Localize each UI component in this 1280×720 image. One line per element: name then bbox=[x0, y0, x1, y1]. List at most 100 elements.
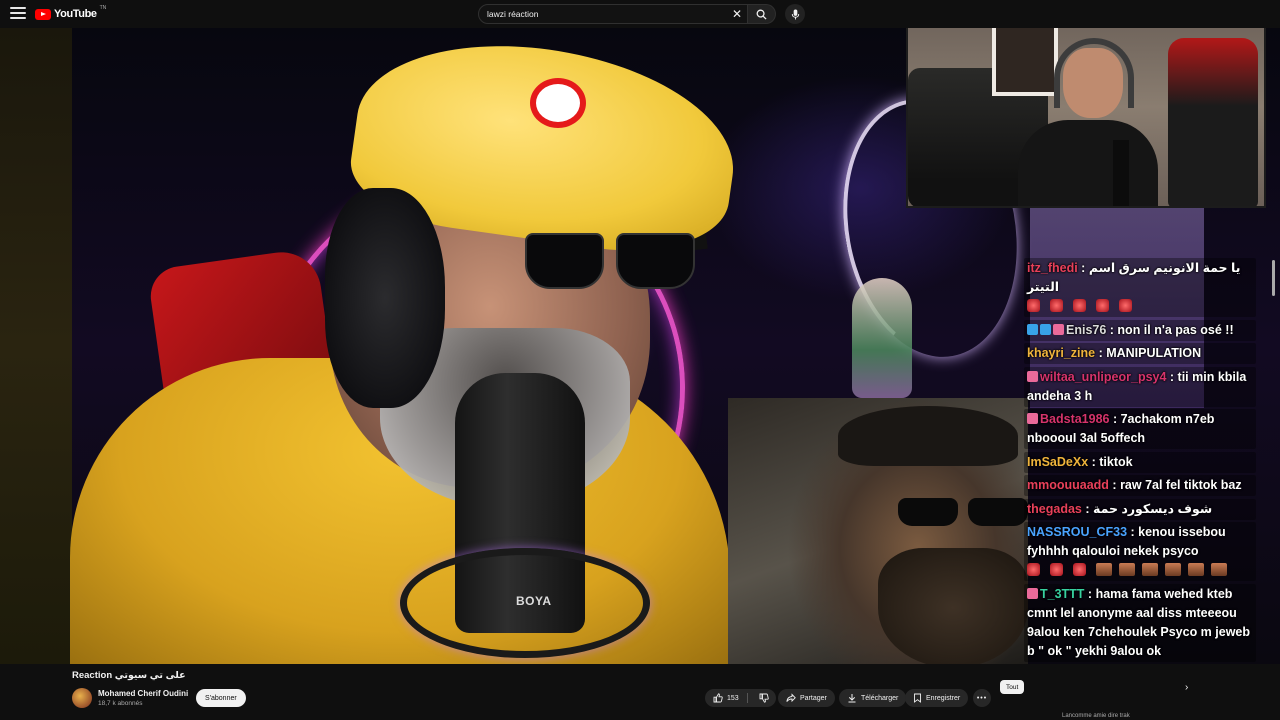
chat-separator: : bbox=[1106, 322, 1118, 337]
chat-separator: : bbox=[1109, 412, 1121, 426]
chat-username[interactable]: thegadas bbox=[1027, 502, 1082, 516]
like-dislike-group: 153 bbox=[705, 689, 776, 707]
chat-message: itz_fhedi : يا حمة الانونيم سرق اسم التي… bbox=[1024, 258, 1256, 317]
chat-message: ImSaDeXx : tiktok bbox=[1024, 451, 1256, 473]
youtube-logo[interactable]: YouTube TN bbox=[35, 5, 107, 22]
top-bar: YouTube TN ✕ bbox=[0, 0, 1280, 28]
mic-icon bbox=[791, 8, 799, 20]
chat-badge-icon bbox=[1040, 323, 1051, 335]
search-icon bbox=[756, 9, 767, 20]
thumbs-down-icon bbox=[759, 693, 769, 703]
chat-separator: : bbox=[1166, 369, 1178, 384]
clear-icon[interactable]: ✕ bbox=[727, 4, 747, 24]
logo-region: TN bbox=[99, 5, 107, 11]
emote-icon bbox=[1050, 563, 1063, 576]
emote-icon bbox=[1165, 563, 1181, 576]
video-player[interactable]: BOYA itz_fhedi : يا حمة الانونيم سرق اسم… bbox=[0, 28, 1280, 664]
chat-message: T_3TTT : hama fama wehed kteb cmnt lel a… bbox=[1024, 583, 1256, 662]
chat-username[interactable]: mmoouuaadd bbox=[1027, 478, 1109, 492]
subscribe-button[interactable]: S'abonner bbox=[196, 689, 246, 707]
share-icon bbox=[786, 693, 796, 703]
chat-separator: : bbox=[1095, 346, 1107, 360]
emote-icon bbox=[1096, 563, 1112, 576]
mic-brand: BOYA bbox=[516, 594, 552, 608]
emote-icon bbox=[1188, 563, 1204, 576]
chat-separator: : bbox=[1088, 454, 1100, 469]
artwork-overlay bbox=[728, 398, 1028, 664]
emote-icon bbox=[1119, 563, 1135, 576]
scrollbar[interactable] bbox=[1272, 260, 1275, 296]
chat-separator: : bbox=[1081, 501, 1093, 516]
video-title: Reaction على تي سيوتي bbox=[72, 670, 186, 681]
chat-text: MANIPULATION bbox=[1106, 346, 1202, 360]
chat-text: raw 7al fel tiktok baz bbox=[1120, 478, 1242, 492]
chevron-right-icon[interactable]: › bbox=[1185, 682, 1188, 693]
chat-username[interactable]: khayri_zine bbox=[1027, 346, 1095, 360]
emote-icon bbox=[1027, 563, 1040, 576]
chat-badge-icon bbox=[1027, 370, 1038, 382]
like-count: 153 bbox=[727, 694, 739, 702]
chat-emotes bbox=[1027, 297, 1253, 316]
download-button[interactable]: Télécharger bbox=[839, 689, 907, 707]
chat-badge-icon bbox=[1027, 323, 1038, 335]
emote-icon bbox=[1073, 299, 1086, 312]
webcam-chair bbox=[1168, 38, 1258, 206]
chat-username[interactable]: wiltaa_unlipeor_psy4 bbox=[1040, 370, 1166, 384]
related-video-snippet: Lancomme amie dire trak bbox=[1062, 713, 1130, 719]
voice-search-button[interactable] bbox=[785, 4, 805, 24]
download-icon bbox=[848, 694, 856, 703]
chat-username[interactable]: Enis76 bbox=[1066, 323, 1106, 337]
chat-message: Enis76 : non il n'a pas osé !! bbox=[1024, 319, 1256, 341]
cap-logo bbox=[530, 78, 586, 128]
emote-icon bbox=[1119, 299, 1132, 312]
search-button[interactable] bbox=[748, 4, 776, 24]
chat-message: khayri_zine : MANIPULATION bbox=[1024, 343, 1256, 364]
search-input[interactable] bbox=[479, 5, 727, 23]
dislike-button[interactable] bbox=[752, 693, 776, 703]
chat-message: wiltaa_unlipeor_psy4 : tii min kbila and… bbox=[1024, 366, 1256, 407]
avatar[interactable] bbox=[72, 688, 92, 708]
like-button[interactable]: 153 bbox=[713, 693, 748, 703]
figurine bbox=[852, 278, 912, 398]
chat-message: Badsta1986 : 7achakom n7eb nbooouI 3al 5… bbox=[1024, 409, 1256, 449]
chat-text: tiktok bbox=[1099, 454, 1133, 469]
share-label: Partager bbox=[800, 694, 827, 702]
chat-username[interactable]: itz_fhedi bbox=[1027, 261, 1078, 275]
chat-message: thegadas : شوف ديسكورد حمة bbox=[1024, 498, 1256, 520]
webcam-person bbox=[1008, 30, 1158, 206]
stream-chat: itz_fhedi : يا حمة الانونيم سرق اسم التي… bbox=[1024, 258, 1256, 664]
bookmark-icon bbox=[914, 693, 921, 703]
chat-username[interactable]: ImSaDeXx bbox=[1027, 455, 1088, 469]
chat-text: شوف ديسكورد حمة bbox=[1093, 501, 1213, 516]
emote-icon bbox=[1096, 299, 1109, 312]
emote-icon bbox=[1027, 299, 1040, 312]
chat-message: mmoouuaadd : raw 7al fel tiktok baz bbox=[1024, 475, 1256, 496]
chat-separator: : bbox=[1077, 261, 1089, 275]
youtube-play-icon bbox=[35, 8, 51, 20]
chat-emotes bbox=[1027, 561, 1253, 580]
chat-badge-icon bbox=[1053, 323, 1064, 335]
video-left-strip bbox=[0, 28, 72, 664]
thumbs-up-icon bbox=[713, 693, 723, 703]
share-button[interactable]: Partager bbox=[778, 689, 835, 707]
webcam-overlay bbox=[906, 28, 1266, 208]
chat-username[interactable]: NASSROU_CF33 bbox=[1027, 525, 1127, 539]
chat-badge-icon bbox=[1027, 587, 1038, 599]
video-info: Reaction على تي سيوتي Mohamed Cherif Oud… bbox=[0, 664, 1280, 720]
sunglasses bbox=[525, 233, 695, 289]
subscriber-count: 18,7 k abonnés bbox=[98, 700, 143, 707]
video-frame: BOYA itz_fhedi : يا حمة الانونيم سرق اسم… bbox=[0, 28, 1280, 664]
save-button[interactable]: Enregistrer bbox=[905, 689, 969, 707]
search-box: ✕ bbox=[478, 4, 748, 24]
filter-chip-all[interactable]: Tout bbox=[1000, 680, 1025, 694]
save-label: Enregistrer bbox=[926, 694, 961, 702]
channel-name[interactable]: Mohamed Cherif Oudini bbox=[98, 689, 188, 698]
emote-icon bbox=[1050, 299, 1063, 312]
emote-icon bbox=[1142, 563, 1158, 576]
more-actions-button[interactable]: ••• bbox=[973, 689, 991, 707]
chat-message: NASSROU_CF33 : kenou issebou fyhhhh qalo… bbox=[1024, 522, 1256, 581]
menu-icon[interactable] bbox=[10, 7, 26, 21]
chat-username[interactable]: Badsta1986 bbox=[1040, 412, 1110, 426]
headphone-cup bbox=[325, 188, 445, 408]
chat-username[interactable]: T_3TTT bbox=[1040, 587, 1084, 601]
